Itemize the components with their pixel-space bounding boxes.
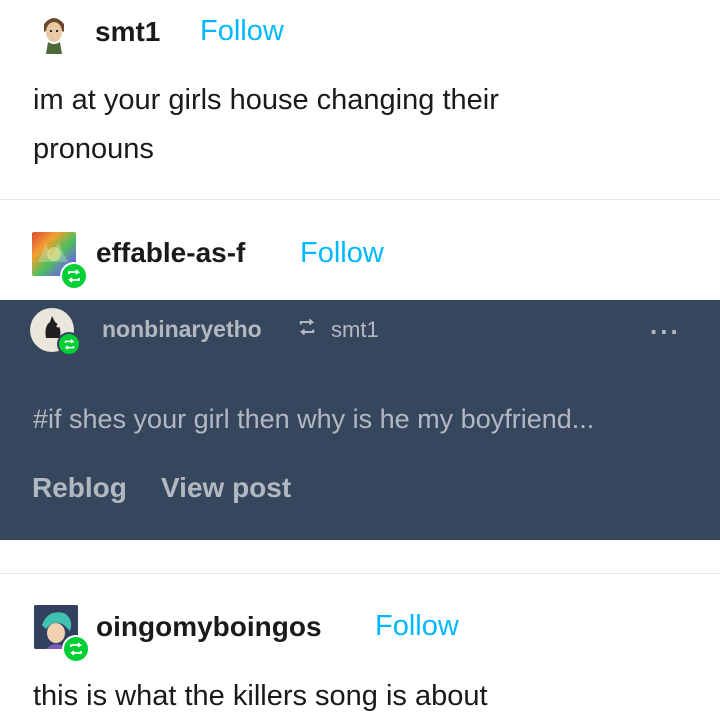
reblog-badge (57, 332, 81, 356)
avatar-portrait-icon (32, 10, 76, 54)
reblog-icon (67, 269, 81, 283)
reblog-tags[interactable]: #if shes your girl then why is he my boy… (33, 404, 594, 435)
post-text-line-2: pronouns (33, 133, 154, 165)
avatar-smt1[interactable] (32, 10, 76, 54)
reblog-arrows-icon (299, 318, 315, 336)
username-oingomyboingos[interactable]: oingomyboingos (96, 611, 322, 643)
username-effable-as-f[interactable]: effable-as-f (96, 237, 245, 269)
username-smt1[interactable]: smt1 (95, 16, 160, 48)
post-text-line-1: im at your girls house changing their (33, 84, 499, 116)
reblog-icon (63, 338, 75, 350)
reblog-card: nonbinaryetho smt1 ... #if shes your gir… (0, 300, 720, 540)
more-options-button[interactable]: ... (650, 310, 681, 341)
reblog-button[interactable]: Reblog (32, 472, 127, 504)
follow-button-smt1[interactable]: Follow (200, 15, 284, 48)
follow-button-effable-as-f[interactable]: Follow (300, 237, 384, 270)
reblog-badge (60, 262, 88, 290)
reblog-icon (69, 642, 83, 656)
post-divider (0, 199, 720, 200)
view-post-button[interactable]: View post (161, 472, 291, 504)
follow-button-oingomyboingos[interactable]: Follow (375, 610, 459, 643)
post-divider (0, 573, 720, 574)
reblog-username[interactable]: nonbinaryetho (102, 316, 262, 343)
post-text: this is what the killers song is about (33, 680, 488, 712)
reblog-badge (62, 635, 90, 663)
reblogged-from-username[interactable]: smt1 (331, 317, 379, 343)
reblog-from-icon (297, 318, 317, 341)
